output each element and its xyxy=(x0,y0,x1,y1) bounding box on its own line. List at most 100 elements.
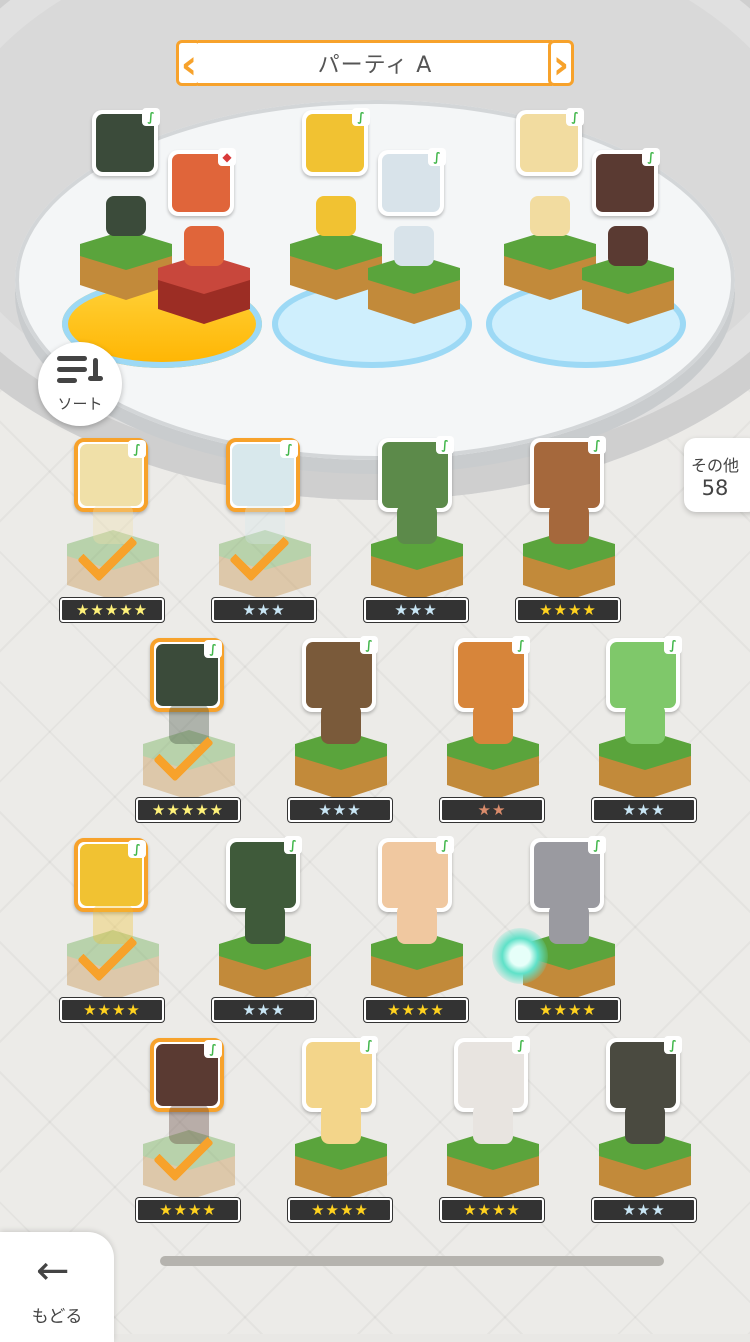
character-sprite xyxy=(245,904,285,944)
star-rating: ★★★★ xyxy=(516,598,620,622)
star-rating: ★★★★ xyxy=(364,998,468,1022)
character-card[interactable]: ∫ ★★★★ xyxy=(514,436,624,634)
star-rating: ★★ xyxy=(440,798,544,822)
star-rating: ★★★ xyxy=(212,998,316,1022)
character-sprite xyxy=(316,196,356,236)
star-rating: ★★★ xyxy=(212,598,316,622)
character-portrait[interactable]: ∫ xyxy=(302,636,378,712)
character-sprite xyxy=(608,226,648,266)
character-sprite xyxy=(530,196,570,236)
character-portrait[interactable]: ∫ xyxy=(606,636,682,712)
character-portrait[interactable]: ∫ xyxy=(74,838,148,912)
star-rating: ★★★★ xyxy=(440,1198,544,1222)
character-portrait[interactable]: ∫ xyxy=(302,1036,378,1112)
character-portrait[interactable]: ∫ xyxy=(454,1036,530,1112)
character-portrait[interactable]: ∫ xyxy=(454,636,530,712)
others-label: その他 xyxy=(690,456,739,475)
leaf-icon: ∫ xyxy=(664,1036,682,1054)
character-card[interactable]: ∫ ★★★★★ xyxy=(134,638,244,834)
leaf-icon: ∫ xyxy=(128,440,146,458)
star-rating: ★★★★ xyxy=(136,1198,240,1222)
character-card[interactable]: ∫ ★★★ xyxy=(210,836,320,1034)
star-rating: ★★★ xyxy=(592,1198,696,1222)
character-sprite xyxy=(397,504,437,544)
leaf-icon: ∫ xyxy=(360,1036,378,1054)
character-portrait[interactable]: ∫ xyxy=(226,438,300,512)
character-sprite xyxy=(625,704,665,744)
leaf-icon: ∫ xyxy=(128,840,146,858)
party-portrait[interactable]: ∫ xyxy=(302,108,370,176)
star-rating: ★★★★★ xyxy=(60,598,164,622)
leaf-icon: ∫ xyxy=(512,1036,530,1054)
leaf-icon: ∫ xyxy=(566,108,584,126)
star-rating: ★★★★★ xyxy=(136,798,240,822)
character-portrait[interactable]: ∫ xyxy=(150,1038,224,1112)
leaf-icon: ∫ xyxy=(436,836,454,854)
character-sprite xyxy=(321,704,361,744)
character-portrait[interactable]: ∫ xyxy=(530,436,606,512)
leaf-icon: ∫ xyxy=(642,148,660,166)
leaf-icon: ∫ xyxy=(142,108,160,126)
character-card[interactable]: ∫ ★★★★ xyxy=(58,838,168,1034)
character-sprite xyxy=(549,904,589,944)
character-portrait[interactable]: ∫ xyxy=(378,436,454,512)
next-party-button[interactable]: › xyxy=(548,40,574,87)
sort-icon xyxy=(57,354,103,388)
leaf-icon: ∫ xyxy=(428,148,446,166)
character-card[interactable]: ∫ ★★★ xyxy=(210,438,320,634)
character-sprite xyxy=(394,226,434,266)
sort-button[interactable]: ソート xyxy=(38,342,122,426)
leaf-icon: ∫ xyxy=(436,436,454,454)
sparkle-effect xyxy=(492,928,548,984)
horizontal-scrollbar[interactable] xyxy=(160,1256,664,1266)
leaf-icon: ∫ xyxy=(664,636,682,654)
party-portrait[interactable]: ∫ xyxy=(378,148,446,216)
star-rating: ★★★★ xyxy=(60,998,164,1022)
party-title: パーティ A xyxy=(198,40,552,86)
character-sprite xyxy=(106,196,146,236)
party-portrait[interactable]: ∫ xyxy=(516,108,584,176)
party-portrait[interactable]: ∫ xyxy=(592,148,660,216)
star-rating: ★★★ xyxy=(288,798,392,822)
character-sprite xyxy=(549,504,589,544)
character-sprite xyxy=(184,226,224,266)
character-card[interactable]: ∫ ★★★ xyxy=(286,636,396,834)
character-card[interactable]: ∫ ★★★★ xyxy=(286,1036,396,1234)
character-card[interactable]: ∫ ★★★★★ xyxy=(58,438,168,634)
character-sprite xyxy=(473,704,513,744)
diamond-icon: ◆ xyxy=(218,148,236,166)
star-rating: ★★★★ xyxy=(288,1198,392,1222)
character-sprite xyxy=(397,904,437,944)
party-header: ‹ パーティ A › xyxy=(176,40,574,87)
character-card[interactable]: ∫ ★★★★ xyxy=(362,836,472,1034)
party-portrait[interactable]: ◆ xyxy=(168,148,236,216)
leaf-icon: ∫ xyxy=(204,640,222,658)
character-sprite xyxy=(473,1104,513,1144)
character-card[interactable]: ∫ ★★★ xyxy=(362,436,472,634)
character-portrait[interactable]: ∫ xyxy=(150,638,224,712)
others-button[interactable]: その他 58 xyxy=(684,438,750,512)
leaf-icon: ∫ xyxy=(588,436,606,454)
star-rating: ★★★★ xyxy=(516,998,620,1022)
character-portrait[interactable]: ∫ xyxy=(530,836,606,912)
leaf-icon: ∫ xyxy=(588,836,606,854)
character-portrait[interactable]: ∫ xyxy=(378,836,454,912)
leaf-icon: ∫ xyxy=(360,636,378,654)
character-portrait[interactable]: ∫ xyxy=(74,438,148,512)
back-arrow-icon: ← xyxy=(36,1248,70,1294)
leaf-icon: ∫ xyxy=(352,108,370,126)
character-card[interactable]: ∫ ★★★★ xyxy=(134,1038,244,1234)
character-sprite xyxy=(625,1104,665,1144)
character-portrait[interactable]: ∫ xyxy=(606,1036,682,1112)
character-card[interactable]: ∫ ★★ xyxy=(438,636,548,834)
party-slot[interactable]: ∫ ∫ xyxy=(272,108,472,380)
others-count: 58 xyxy=(701,476,729,500)
character-card[interactable]: ∫ ★★★ xyxy=(590,636,700,834)
character-portrait[interactable]: ∫ xyxy=(226,836,302,912)
party-portrait[interactable]: ∫ xyxy=(92,108,160,176)
back-button[interactable]: ← もどる xyxy=(0,1232,114,1342)
character-card[interactable]: ∫ ★★★ xyxy=(590,1036,700,1234)
party-slot[interactable]: ∫ ∫ xyxy=(486,108,686,380)
leaf-icon: ∫ xyxy=(280,440,298,458)
character-card[interactable]: ∫ ★★★★ xyxy=(438,1036,548,1234)
